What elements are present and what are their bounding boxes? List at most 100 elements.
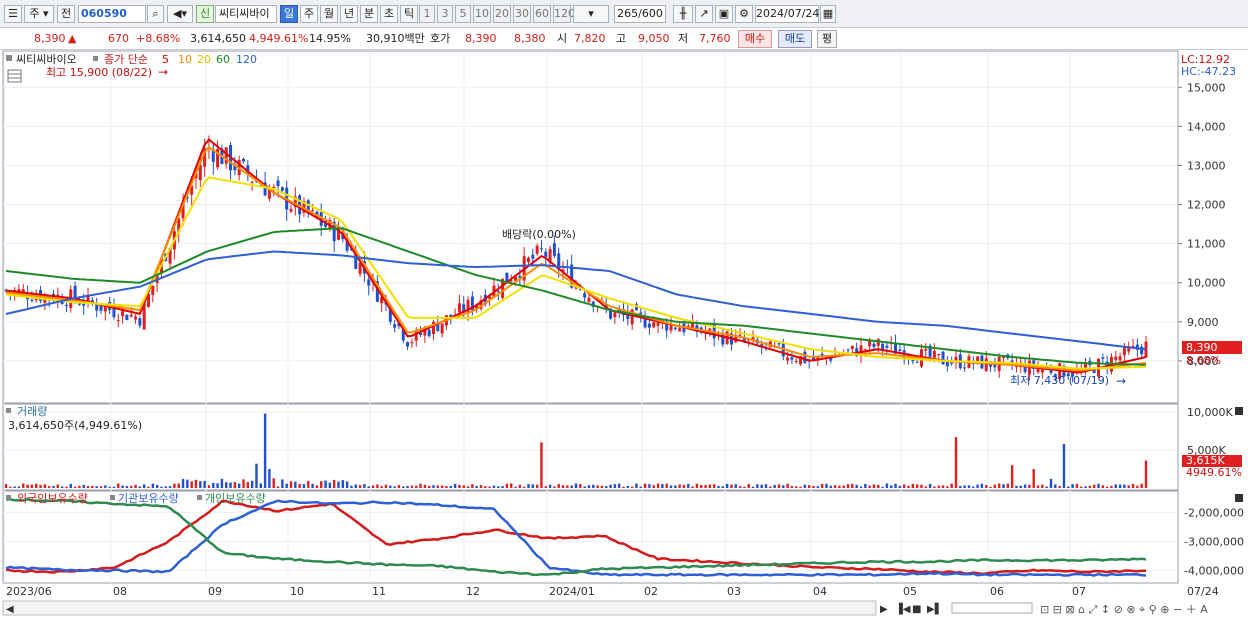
volume-bar [898, 485, 902, 488]
volume-bar [997, 483, 1001, 488]
horizontal-scrollbar[interactable] [2, 600, 877, 616]
stop-icon[interactable]: ■ [912, 604, 921, 615]
volume-bar [69, 483, 72, 488]
holding-legend-square-icon-3 [197, 495, 202, 500]
volume-bar [47, 486, 51, 488]
volume-bar [13, 486, 16, 488]
volume-bar [959, 485, 962, 488]
volume-bar [112, 486, 116, 488]
price-tick-label: 15,000 [1187, 81, 1226, 94]
first-page-icon[interactable]: ▐◀ [895, 602, 911, 615]
volume-bar [1144, 460, 1148, 488]
volume-bar [695, 483, 699, 488]
candle-body [937, 353, 941, 356]
volume-bar [544, 486, 547, 488]
date-tick-label: 03 [727, 585, 741, 598]
legend-ma10: 10 [178, 53, 192, 66]
date-tick-label: 04 [813, 585, 827, 598]
volume-bar [216, 483, 219, 488]
candle-body [1118, 356, 1122, 361]
volume-legend-square-icon [6, 408, 11, 413]
volume-bar [484, 486, 487, 488]
candle-body [647, 323, 651, 328]
candle-body [790, 357, 794, 360]
zoom-slider[interactable] [951, 602, 1033, 614]
dividend-marker-label: 배당락(0.00%) [502, 228, 576, 241]
volume-bar [268, 469, 271, 488]
candle-body [820, 353, 824, 356]
volume-bar [635, 483, 638, 488]
candle-body [151, 285, 155, 296]
price-tick-label: 9,000 [1187, 316, 1219, 329]
volume-panel-close-icon[interactable] [1235, 407, 1243, 415]
holding-panel-close-icon[interactable] [1235, 494, 1243, 502]
volume-bar [617, 483, 621, 488]
volume-bar [902, 484, 906, 488]
candle-body [116, 320, 120, 322]
volume-bar [281, 479, 284, 488]
candle-body [583, 293, 587, 298]
volume-bar [967, 485, 971, 488]
volume-bar [764, 484, 768, 488]
volume-bar [203, 480, 206, 488]
volume-bar [890, 485, 893, 488]
volume-bar [622, 486, 625, 488]
volume-bar [795, 486, 798, 488]
volume-bar [682, 484, 686, 488]
volume-bar [851, 483, 854, 488]
volume-bar [937, 485, 940, 488]
volume-panel [2, 403, 1179, 491]
volume-bar [130, 485, 133, 488]
volume-bar [820, 484, 824, 488]
volume-bar [626, 485, 630, 488]
low-marker-label: 최저 7,430 (07/19) [1010, 374, 1109, 387]
volume-bar [52, 485, 55, 488]
scroll-left-icon[interactable]: ◀ [6, 604, 14, 615]
volume-bar [453, 483, 457, 488]
date-tick-label: 06 [990, 585, 1004, 598]
candle-body [587, 297, 591, 303]
volume-bar [613, 484, 617, 488]
candle-body [803, 351, 807, 363]
candle-body [1114, 356, 1118, 360]
volume-bar [78, 485, 81, 488]
volume-bar [730, 484, 733, 488]
candle-body [1101, 357, 1105, 359]
volume-bar [345, 481, 349, 488]
volume-bar [803, 484, 807, 488]
volume-bar [164, 486, 167, 488]
volume-bar [1058, 485, 1061, 488]
volume-bar [440, 485, 444, 488]
volume-bar [652, 485, 655, 488]
candle-body [941, 351, 945, 365]
volume-bar [769, 486, 772, 488]
legend-ma60: 60 [216, 53, 230, 66]
volume-bar [91, 485, 94, 488]
volume-bar [505, 483, 509, 488]
volume-bar [1041, 484, 1044, 488]
volume-bar [639, 486, 642, 488]
scroll-right-icon[interactable]: ▶ [880, 604, 888, 615]
volume-bar [535, 484, 539, 488]
last-page-icon[interactable]: ▶▌ [927, 602, 942, 615]
volume-bar [859, 486, 863, 488]
volume-bar [1123, 484, 1126, 488]
volume-bar [35, 483, 38, 488]
table-toggle-icon[interactable] [7, 69, 22, 83]
volume-bar [643, 483, 647, 488]
volume-bar [160, 486, 163, 488]
candle-body [673, 327, 677, 330]
tool-icons[interactable]: ⊡ ⊟ ⊠ ⌂ ⤢ ↕ ⊘ ⊗ ⌖ ⚲ ⊕ − ＋ A [1040, 603, 1208, 616]
legend-title: 씨티씨바이오 [16, 53, 77, 66]
volume-bar [868, 485, 871, 488]
volume-bar [838, 485, 841, 488]
volume-bar [82, 484, 85, 488]
volume-bar [410, 485, 414, 488]
volume-bar [1067, 486, 1070, 488]
holding-y-axis: -2,000,000 -3,000,000 -4,000,000 [1184, 506, 1244, 577]
volume-bar [1054, 484, 1057, 488]
volume-bar [363, 484, 366, 488]
candle-body [367, 279, 371, 286]
legend-square-icon-2 [93, 56, 98, 61]
volume-bar [350, 485, 353, 488]
